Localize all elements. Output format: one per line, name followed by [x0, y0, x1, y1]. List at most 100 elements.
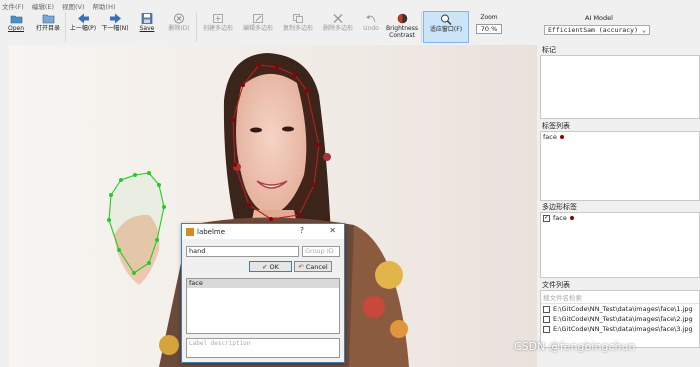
save-label: Save [139, 25, 155, 32]
help-button[interactable]: ? [300, 226, 304, 235]
brightness-contrast-button[interactable]: Brightness Contrast [384, 11, 420, 43]
next-image-button[interactable]: 下一幅(N) [99, 11, 131, 43]
open-button[interactable]: Open [0, 11, 32, 43]
menu-view[interactable]: 视图(V) [62, 1, 85, 11]
label-input[interactable]: hand [186, 246, 299, 257]
brightness-icon [395, 12, 409, 25]
zoom-label: Zoom [480, 14, 498, 21]
cancel-circle-icon [172, 12, 186, 25]
file-path: E:\GitCode\NN_Test\data\images\face\1.jp… [553, 305, 693, 313]
ai-model-select[interactable]: EfficientSam (accuracy) ⌄ [544, 25, 650, 35]
right-dock: 标记 标签列表 face 多边形标签 ✓ face 文件列表 搜文件名检索 E:… [540, 45, 700, 367]
dialog-title: labelme [197, 227, 226, 236]
label-description-field[interactable]: Label description [186, 338, 340, 358]
polygon-label-name: face [553, 214, 567, 222]
menubar: 文件(F) 编辑(E) 视图(V) 帮助(H) [0, 0, 700, 11]
edit-polygon-button[interactable]: 编辑多边形 [238, 11, 278, 43]
open-label: Open [7, 25, 25, 32]
dialog-inputs: hand Group ID [186, 246, 340, 257]
cancel-button[interactable]: ↶ Cancel [294, 261, 332, 272]
cancel-label: Cancel [305, 262, 328, 271]
file-search-input[interactable]: 搜文件名检索 [541, 291, 699, 304]
open-dir-label: 打开目录 [35, 25, 60, 32]
ok-label: OK [269, 262, 279, 271]
ai-model-panel: AI Model EfficientSam (accuracy) ⌄ [544, 14, 654, 35]
save-button[interactable]: Save [131, 11, 163, 43]
create-polygon-button[interactable]: 创建多边形 [198, 11, 238, 43]
label-name: face [543, 133, 557, 141]
delete-file-button[interactable]: 删除(D) [163, 11, 195, 43]
cancel-arrow-icon: ↶ [298, 262, 304, 271]
label-list[interactable]: face [540, 131, 700, 201]
check-icon: ✔ [262, 262, 268, 271]
labelme-app-icon [186, 227, 194, 236]
arrow-right-icon [108, 12, 122, 25]
file-checkbox[interactable] [543, 315, 550, 323]
next-image-label: 下一幅(N) [101, 25, 129, 32]
dialog-buttons: ✔ OK ↶ Cancel [249, 261, 334, 272]
menu-file[interactable]: 文件(F) [2, 1, 24, 11]
file-row[interactable]: E:\GitCode\NN_Test\data\images\face\2.jp… [541, 314, 699, 324]
close-button[interactable]: ✕ [329, 226, 336, 235]
file-list-title: 文件列表 [542, 281, 570, 289]
copy-polygon-label: 复制多边形 [282, 25, 313, 32]
delete-polygon-label: 删除多边形 [322, 25, 353, 32]
create-polygon-icon [211, 12, 225, 25]
flags-list[interactable] [540, 55, 700, 119]
list-item[interactable]: face [187, 279, 339, 288]
label-choice-list[interactable]: face [186, 278, 340, 334]
contrast-label: Contrast [389, 32, 415, 39]
polygon-visibility-checkbox[interactable]: ✓ [543, 214, 550, 222]
list-item[interactable]: face [541, 132, 699, 142]
prev-image-button[interactable]: 上一幅(P) [67, 11, 99, 43]
create-polygon-label: 创建多边形 [202, 25, 233, 32]
zoom-spinbox[interactable]: 70 % [476, 24, 502, 34]
file-row[interactable]: E:\GitCode\NN_Test\data\images\face\3.jp… [541, 324, 699, 334]
group-id-input[interactable]: Group ID [302, 246, 340, 257]
magnifier-icon [439, 13, 453, 26]
zoom-control: Zoom 70 % [469, 11, 509, 34]
file-checkbox[interactable] [543, 325, 550, 333]
chevron-down-icon: ⌄ [642, 26, 646, 34]
toolbar-separator [196, 12, 197, 42]
copy-icon [291, 12, 305, 25]
label-dialog: labelme ? ✕ hand Group ID ✔ OK ↶ Cancel … [181, 223, 345, 363]
watermark: CSDN @fengbingchun [514, 340, 636, 353]
edit-pencil-icon [251, 12, 265, 25]
brightness-label: Brightness [386, 25, 418, 32]
folder-icon [41, 12, 55, 25]
fit-window-button[interactable]: 适应窗口(F) [423, 11, 469, 43]
ai-model-label: AI Model [585, 14, 613, 22]
open-dir-button[interactable]: 打开目录 [32, 11, 64, 43]
file-path: E:\GitCode\NN_Test\data\images\face\2.jp… [553, 315, 693, 323]
list-item[interactable]: ✓ face [541, 213, 699, 223]
polygon-color-dot [569, 216, 574, 220]
toolbar: Open 打开目录 上一幅(P) 下一幅(N) Save 删除(D) 创建多边形… [0, 11, 538, 43]
delete-polygon-button[interactable]: 删除多边形 [318, 11, 358, 43]
file-row[interactable]: E:\GitCode\NN_Test\data\images\face\1.jp… [541, 304, 699, 314]
toolbar-separator [65, 12, 66, 42]
file-checkbox[interactable] [543, 305, 550, 313]
edit-polygon-label: 编辑多边形 [242, 25, 273, 32]
folder-open-icon [9, 12, 23, 25]
delete-file-label: 删除(D) [168, 25, 190, 32]
undo-arrow-icon [364, 12, 378, 25]
menu-help[interactable]: 帮助(H) [93, 1, 116, 11]
label-list-title: 标签列表 [542, 122, 570, 130]
delete-x-icon [331, 12, 345, 25]
prev-image-label: 上一幅(P) [69, 25, 97, 32]
copy-polygon-button[interactable]: 复制多边形 [278, 11, 318, 43]
flags-dock-title: 标记 [542, 46, 556, 54]
fit-window-label: 适应窗口(F) [429, 26, 463, 33]
ok-button[interactable]: ✔ OK [249, 261, 292, 272]
ai-model-selected: EfficientSam (accuracy) [548, 26, 639, 34]
arrow-left-icon [76, 12, 90, 25]
label-color-dot [559, 135, 564, 139]
menu-edit[interactable]: 编辑(E) [32, 1, 54, 11]
undo-button[interactable]: Undo [358, 11, 384, 43]
undo-label: Undo [363, 25, 379, 32]
polygon-labels-list[interactable]: ✓ face [540, 212, 700, 278]
polygon-labels-title: 多边形标签 [542, 203, 577, 211]
dialog-titlebar: labelme ? ✕ [182, 224, 344, 239]
dialog-label-list: face Label description [186, 278, 340, 359]
